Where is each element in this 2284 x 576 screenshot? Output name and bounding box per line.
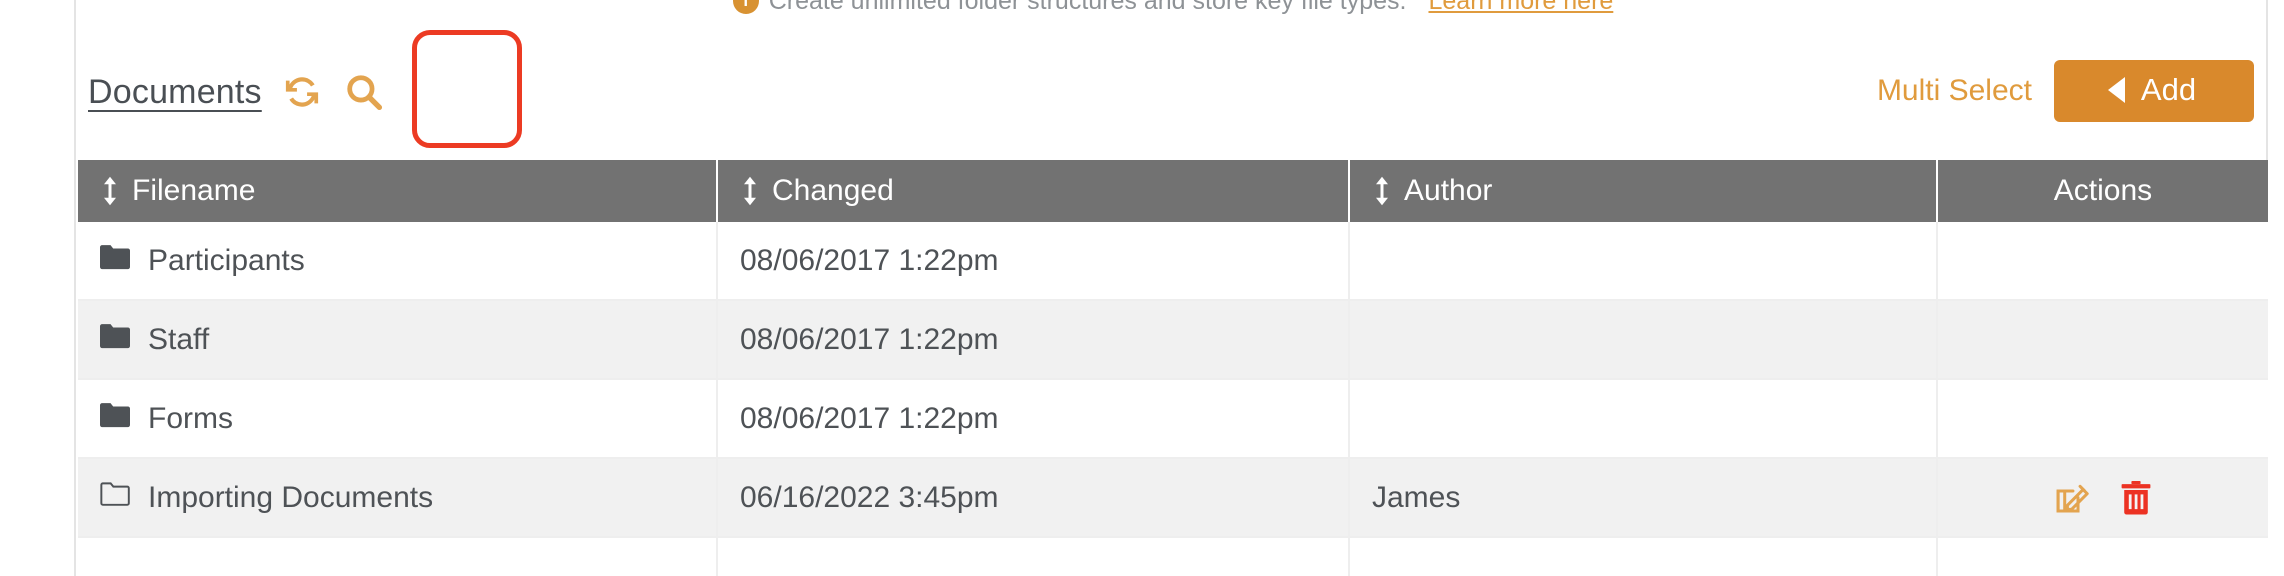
sort-arrows-icon bbox=[1372, 176, 1392, 206]
left-gutter bbox=[0, 0, 76, 576]
cell-filename[interactable]: Forms bbox=[78, 380, 718, 457]
folder-filled-icon bbox=[100, 323, 130, 357]
page-title: Documents bbox=[88, 72, 262, 111]
table-row[interactable]: Participants 08/06/2017 1:22pm bbox=[78, 222, 2268, 301]
cell-changed: 08/06/2017 1:22pm bbox=[718, 301, 1350, 378]
learn-more-link[interactable]: Learn more here bbox=[1428, 0, 1613, 16]
folder-filled-icon bbox=[100, 402, 130, 436]
cell-filename[interactable]: Participants bbox=[78, 222, 718, 299]
add-button[interactable]: Add bbox=[2054, 60, 2254, 122]
cell-changed: 08/06/2017 1:22pm bbox=[718, 222, 1350, 299]
cell-changed: 08/06/2017 1:22pm bbox=[718, 380, 1350, 457]
cell-filename[interactable] bbox=[78, 538, 718, 576]
folder-filled-icon bbox=[100, 244, 130, 278]
title-group: Documents bbox=[88, 70, 386, 114]
cell-changed: 06/16/2022 3:45pm bbox=[718, 459, 1350, 536]
filename-text: Importing Documents bbox=[148, 480, 434, 514]
toolbar: Documents Multi Select Add bbox=[78, 22, 2268, 148]
column-header-changed-label: Changed bbox=[772, 174, 894, 207]
column-header-changed[interactable]: Changed bbox=[718, 160, 1350, 222]
search-magnifier-icon[interactable] bbox=[342, 70, 386, 114]
filename-text: Forms bbox=[148, 401, 233, 435]
info-badge-icon: i bbox=[732, 0, 759, 14]
folder-outline-icon bbox=[100, 481, 130, 515]
documents-page: i Create unlimited folder structures and… bbox=[0, 0, 2284, 576]
column-header-filename-label: Filename bbox=[132, 174, 256, 207]
caret-left-icon bbox=[2107, 77, 2125, 103]
column-header-filename[interactable]: Filename bbox=[78, 160, 718, 222]
table-row[interactable]: Importing Documents 06/16/2022 3:45pm Ja… bbox=[78, 459, 2268, 538]
table-row[interactable]: Staff 08/06/2017 1:22pm bbox=[78, 301, 2268, 380]
filename-text: Staff bbox=[148, 322, 210, 356]
table-row[interactable] bbox=[78, 538, 2268, 576]
add-button-label: Add bbox=[2140, 72, 2197, 107]
cell-author: James bbox=[1350, 459, 1938, 536]
column-header-author-label: Author bbox=[1404, 174, 1493, 207]
multi-select-button[interactable]: Multi Select bbox=[1877, 74, 2032, 108]
column-header-author[interactable]: Author bbox=[1350, 160, 1938, 222]
promo-text: Create unlimited folder structures and s… bbox=[768, 0, 1407, 15]
trash-delete-icon[interactable] bbox=[2119, 480, 2153, 516]
cell-actions bbox=[1938, 380, 2268, 457]
promo-banner: i Create unlimited folder structures and… bbox=[78, 0, 2268, 16]
table-header-row: Filename Changed Author Actions bbox=[78, 160, 2268, 222]
cell-actions bbox=[1938, 459, 2268, 536]
cell-author bbox=[1350, 380, 1938, 457]
sort-arrows-icon bbox=[740, 176, 760, 206]
filename-text: Participants bbox=[148, 243, 305, 277]
cell-author bbox=[1350, 222, 1938, 299]
sort-arrows-icon bbox=[100, 176, 120, 206]
cell-author bbox=[1350, 538, 1938, 576]
cell-actions bbox=[1938, 538, 2268, 576]
column-header-actions-label: Actions bbox=[2053, 174, 2153, 207]
refresh-sync-icon[interactable] bbox=[280, 70, 324, 114]
search-highlight-box bbox=[412, 30, 522, 148]
documents-table: Filename Changed Author Actions Particip… bbox=[78, 160, 2268, 576]
table-body: Participants 08/06/2017 1:22pm Staff 08/… bbox=[78, 222, 2268, 576]
cell-filename[interactable]: Staff bbox=[78, 301, 718, 378]
toolbar-right-group: Multi Select Add bbox=[1877, 60, 2254, 122]
cell-author bbox=[1350, 301, 1938, 378]
cell-changed bbox=[718, 538, 1350, 576]
cell-filename[interactable]: Importing Documents bbox=[78, 459, 718, 536]
cell-actions bbox=[1938, 222, 2268, 299]
table-row[interactable]: Forms 08/06/2017 1:22pm bbox=[78, 380, 2268, 459]
column-header-actions: Actions bbox=[1938, 160, 2268, 222]
content-panel: i Create unlimited folder structures and… bbox=[78, 0, 2268, 576]
edit-pencil-icon[interactable] bbox=[2053, 479, 2091, 517]
cell-actions bbox=[1938, 301, 2268, 378]
